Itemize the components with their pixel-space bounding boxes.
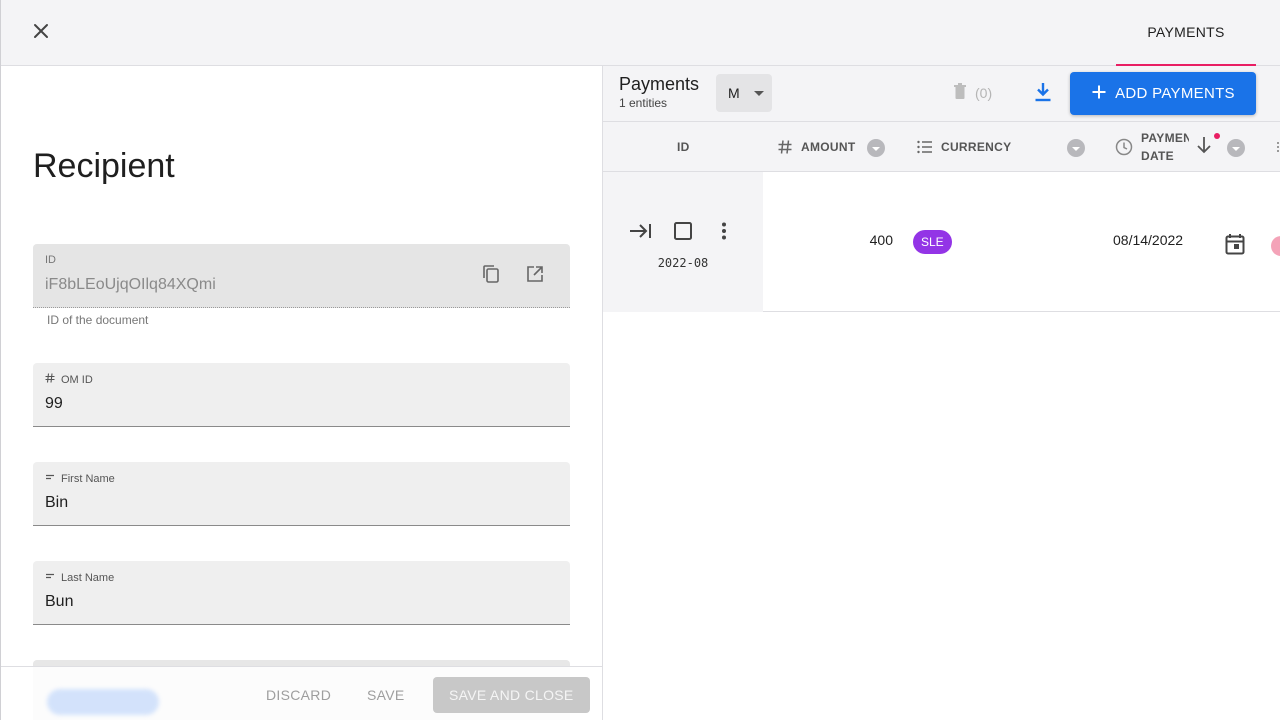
save-and-close-label: SAVE AND CLOSE <box>449 687 574 703</box>
id-helper-text: ID of the document <box>47 313 149 327</box>
next-cell-chip-partial <box>1271 236 1280 256</box>
payment-date-column-menu[interactable] <box>1227 139 1245 157</box>
om-id-field[interactable]: OM ID 99 <box>33 363 570 427</box>
hidden-chip-behind-footer <box>47 689 159 715</box>
calendar-button[interactable] <box>1223 233 1247 260</box>
expand-row-button[interactable] <box>627 219 655 247</box>
hash-icon <box>777 139 793 155</box>
delete-count: (0) <box>975 84 993 101</box>
amount-cell[interactable]: 400 <box>833 232 893 248</box>
calendar-icon <box>1225 233 1245 260</box>
list-icon <box>917 140 933 154</box>
copy-id-button[interactable] <box>479 264 503 288</box>
row-more-button[interactable] <box>710 219 738 247</box>
top-bar: PAYMENTS <box>1 0 1280 66</box>
column-label-payment-date-line2: DATE <box>1141 149 1174 163</box>
first-name-field[interactable]: First Name Bin <box>33 462 570 526</box>
sort-indicator-dot <box>1214 133 1220 139</box>
row-actions: 2022-08 <box>603 172 763 312</box>
om-id-value: 99 <box>45 395 63 412</box>
download-button[interactable] <box>1029 80 1057 108</box>
app-window: PAYMENTS Recipient ID iF8bLEoUjqOIlq84XQ… <box>0 0 1280 720</box>
hash-icon <box>45 373 55 386</box>
column-label-amount: AMOUNT <box>801 140 856 154</box>
id-field: ID iF8bLEoUjqOIlq84XQmi <box>33 244 570 308</box>
close-icon <box>33 23 49 44</box>
chevron-down-icon <box>754 91 764 96</box>
column-label-id: ID <box>677 140 690 154</box>
column-label-currency: CURRENCY <box>941 140 1012 154</box>
form-title: Recipient <box>33 147 175 185</box>
add-payments-button[interactable]: ADD PAYMENTS <box>1070 72 1256 115</box>
column-header-id[interactable]: ID <box>677 122 690 172</box>
sort-descending-button[interactable] <box>1193 136 1215 158</box>
open-document-button[interactable] <box>523 264 547 288</box>
short-text-icon <box>45 472 55 485</box>
delete-selected-button[interactable]: (0) <box>953 82 992 103</box>
column-label-payment-date-line1: PAYMEN <box>1141 131 1189 145</box>
discard-button[interactable]: DISCARD <box>250 677 347 713</box>
column-header-amount[interactable]: AMOUNT <box>777 122 855 172</box>
first-name-value: Bin <box>45 494 69 511</box>
select-row-checkbox[interactable] <box>669 219 697 247</box>
table-toolbar: Payments 1 entities M (0) ADD PAYMENTS <box>603 66 1280 122</box>
short-text-icon <box>45 571 55 584</box>
id-field-label: ID <box>45 254 56 266</box>
payment-date-cell[interactable]: 08/14/2022 <box>1113 232 1183 248</box>
more-vert-icon <box>721 222 727 245</box>
first-name-label: First Name <box>45 472 115 485</box>
table-header: ID AMOUNT CURRENCY PAYMEN DATE <box>603 122 1280 172</box>
payments-subcollection-panel: Payments 1 entities M (0) ADD PAYMENTS I… <box>603 66 1280 720</box>
column-header-currency[interactable]: CURRENCY <box>917 122 1011 172</box>
download-icon <box>1034 82 1052 107</box>
open-in-new-icon <box>525 264 545 289</box>
id-field-value: iF8bLEoUjqOIlq84XQmi <box>45 276 216 293</box>
column-header-payment-date[interactable]: PAYMEN DATE <box>1115 122 1190 172</box>
last-page-arrow-icon <box>629 223 653 244</box>
last-name-label: Last Name <box>45 571 114 584</box>
tab-payments[interactable]: PAYMENTS <box>1116 0 1256 66</box>
last-name-value: Bun <box>45 593 74 610</box>
close-button[interactable] <box>25 17 57 49</box>
checkbox-icon <box>673 221 693 246</box>
om-id-label: OM ID <box>45 373 93 386</box>
entity-form-panel: Recipient ID iF8bLEoUjqOIlq84XQmi ID of … <box>1 66 603 720</box>
last-name-field[interactable]: Last Name Bun <box>33 561 570 625</box>
currency-chip[interactable]: SLE <box>913 230 952 254</box>
table-size-select[interactable]: M <box>716 74 772 112</box>
entity-count: 1 entities <box>619 96 668 110</box>
arrow-down-icon <box>1196 136 1212 159</box>
form-footer: DISCARD SAVE SAVE AND CLOSE <box>1 666 602 720</box>
save-button[interactable]: SAVE <box>351 677 421 713</box>
clock-icon <box>1115 138 1133 156</box>
amount-column-menu[interactable] <box>867 139 885 157</box>
save-and-close-button[interactable]: SAVE AND CLOSE <box>433 677 590 713</box>
table-title: Payments <box>619 74 700 94</box>
table-size-value: M <box>728 85 740 101</box>
row-id: 2022-08 <box>657 256 709 270</box>
add-payments-label: ADD PAYMENTS <box>1115 85 1235 102</box>
copy-icon <box>481 264 501 289</box>
currency-column-menu[interactable] <box>1067 139 1085 157</box>
table-row[interactable]: 2022-08 400 SLE 08/14/2022 <box>603 172 1280 312</box>
add-icon <box>1091 84 1107 104</box>
trash-icon <box>953 82 967 103</box>
